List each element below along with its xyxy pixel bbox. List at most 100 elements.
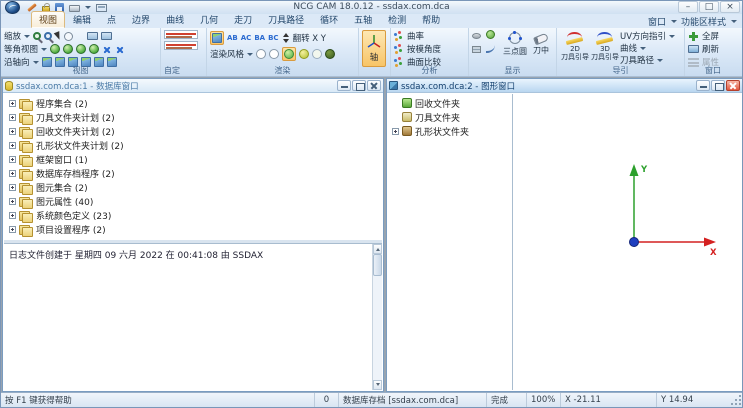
dark-style-icon[interactable] — [325, 49, 335, 59]
along-axis-caret-icon[interactable] — [33, 61, 39, 64]
zoom-caret-icon[interactable] — [24, 35, 30, 38]
ribbon-style-menu[interactable]: 功能区样式 — [681, 15, 726, 28]
stack-icon[interactable] — [472, 46, 481, 53]
tree-item[interactable]: 图元集合 (2) — [4, 180, 382, 194]
guide-2d-button[interactable]: 2D 刀具引导 — [560, 30, 590, 66]
view-ac-button[interactable]: AC — [241, 33, 252, 43]
expander-icon[interactable] — [9, 212, 16, 219]
tab-boundary[interactable]: 边界 — [124, 11, 158, 28]
fit-all-icon[interactable] — [115, 44, 125, 55]
expander-icon[interactable] — [9, 226, 16, 233]
child-close-button[interactable] — [367, 80, 381, 91]
view-ab-button[interactable]: AB — [227, 33, 238, 43]
tree-item[interactable]: 孔形状文件夹计划 (2) — [4, 138, 382, 152]
expander-icon[interactable] — [9, 128, 16, 135]
tree-item[interactable]: 刀具文件夹计划 (2) — [4, 110, 382, 124]
tab-geometry[interactable]: 几何 — [192, 11, 226, 28]
expander-icon[interactable] — [9, 142, 16, 149]
tree-item[interactable]: 回收文件夹计划 (2) — [4, 124, 382, 138]
tab-help[interactable]: 帮助 — [414, 11, 448, 28]
translucent-style-icon[interactable] — [312, 49, 322, 59]
maximize-button[interactable]: □ — [699, 1, 719, 13]
expander-icon[interactable] — [9, 114, 16, 121]
iso-view-menu[interactable]: 等角视图 — [4, 43, 38, 55]
tab-pass[interactable]: 走刀 — [226, 11, 260, 28]
render-style-caret-icon[interactable] — [247, 53, 253, 56]
zoom-out-icon[interactable] — [44, 32, 52, 40]
axis-button[interactable]: 轴 — [362, 30, 386, 67]
hidden-line-style-icon[interactable] — [269, 49, 279, 59]
tab-fiveaxis[interactable]: 五轴 — [346, 11, 380, 28]
tree-item[interactable]: 系统颜色定义 (23) — [4, 208, 382, 222]
render-toggle-button[interactable] — [210, 31, 224, 45]
expander-icon[interactable] — [9, 198, 16, 205]
uv-guide-menu[interactable]: UV方向指引 — [620, 30, 675, 42]
expander-icon[interactable] — [392, 128, 399, 135]
flip-icon[interactable] — [282, 33, 290, 43]
guide-3d-button[interactable]: 3D 刀具引导 — [590, 30, 620, 66]
tab-view[interactable]: 视图 — [31, 11, 65, 28]
shaded-style-button[interactable] — [282, 47, 296, 61]
child-close-button[interactable] — [726, 80, 740, 91]
disc-icon[interactable] — [472, 33, 481, 39]
tree-item[interactable]: 程序集合 (2) — [4, 96, 382, 110]
tab-curve[interactable]: 曲线 — [158, 11, 192, 28]
tab-cycle[interactable]: 循环 — [312, 11, 346, 28]
select-icon[interactable] — [54, 31, 63, 41]
tree-item[interactable]: 刀具文件夹 — [388, 110, 512, 124]
custom-view-swatch-icon[interactable] — [164, 30, 198, 39]
history-icon[interactable] — [64, 32, 73, 41]
fullscreen-button[interactable]: 全屏 — [688, 30, 739, 42]
tree-item[interactable]: 回收文件夹 — [388, 96, 512, 110]
custom-view-swatch2-icon[interactable] — [164, 41, 198, 50]
graphics-viewport[interactable]: Y X — [514, 94, 741, 390]
refresh-button[interactable]: 刷新 — [688, 43, 739, 55]
tree-item[interactable]: 框架窗口 (1) — [4, 152, 382, 166]
shaded-edges-style-icon[interactable] — [299, 49, 309, 59]
iso-view2-icon[interactable] — [63, 44, 73, 54]
flip-xy-button[interactable]: 翻转 X Y — [293, 32, 326, 44]
tool-center-button[interactable]: 刀中 — [528, 30, 554, 66]
viewport-split-icon[interactable] — [101, 32, 112, 40]
scroll-up-icon[interactable] — [373, 244, 382, 254]
zoom-in-icon[interactable] — [33, 32, 41, 40]
view-ba-button[interactable]: BA — [254, 33, 265, 43]
toolpath-menu[interactable]: 刀具路径 — [620, 54, 675, 66]
scroll-down-icon[interactable] — [373, 380, 382, 390]
child-maximize-button[interactable] — [711, 80, 725, 91]
minimize-button[interactable]: – — [678, 1, 698, 13]
tree-item[interactable]: 孔形状文件夹 — [388, 124, 512, 138]
viewport-icon[interactable] — [87, 32, 98, 40]
curve-icon[interactable] — [486, 44, 495, 53]
log-scrollbar[interactable] — [372, 244, 382, 390]
expander-icon[interactable] — [9, 170, 16, 177]
child-maximize-button[interactable] — [352, 80, 366, 91]
view-bc-button[interactable]: BC — [268, 33, 278, 43]
expander-icon[interactable] — [9, 184, 16, 191]
iso-caret-icon[interactable] — [41, 48, 47, 51]
close-button[interactable]: × — [720, 1, 740, 13]
wireframe-style-icon[interactable] — [256, 49, 266, 59]
graphics-window-header[interactable]: ssdax.com.dca:2 - 图形窗口 — [387, 79, 742, 93]
curvature-button[interactable]: 曲率 — [407, 30, 424, 42]
draft-angle-button[interactable]: 按模角度 — [407, 43, 441, 55]
iso-view1-icon[interactable] — [50, 44, 60, 54]
tab-point[interactable]: 点 — [99, 11, 124, 28]
zoom-menu[interactable]: 缩放 — [4, 30, 21, 42]
expander-icon[interactable] — [9, 156, 16, 163]
window-menu[interactable]: 窗口 — [648, 15, 666, 28]
tab-edit[interactable]: 编辑 — [65, 11, 99, 28]
database-window-header[interactable]: ssdax.com.dca:1 - 数据库窗口 — [3, 79, 383, 93]
child-minimize-button[interactable] — [696, 80, 710, 91]
resize-grip-icon[interactable] — [731, 395, 741, 405]
tab-toolpath[interactable]: 刀具路径 — [260, 11, 312, 28]
tree-item[interactable]: 数据库存档程序 (2) — [4, 166, 382, 180]
scroll-thumb[interactable] — [373, 254, 382, 276]
tree-item[interactable]: 图元属性 (40) — [4, 194, 382, 208]
iso-view3-icon[interactable] — [76, 44, 86, 54]
fit-x-icon[interactable] — [102, 44, 112, 55]
iso-view4-icon[interactable] — [89, 44, 99, 54]
point-icon[interactable] — [486, 30, 495, 39]
tab-inspect[interactable]: 检测 — [380, 11, 414, 28]
child-minimize-button[interactable] — [337, 80, 351, 91]
